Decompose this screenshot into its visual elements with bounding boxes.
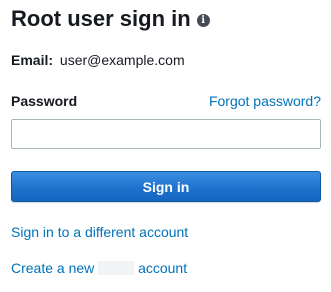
title-row: Root user sign in i bbox=[11, 4, 210, 34]
email-row: Email: user@example.com bbox=[11, 51, 185, 69]
sign-in-button[interactable]: Sign in bbox=[11, 171, 321, 202]
password-label-row: Password Forgot password? bbox=[11, 92, 321, 110]
password-input[interactable] bbox=[11, 119, 321, 149]
create-account-prefix: Create a new bbox=[11, 260, 95, 276]
email-label: Email: bbox=[11, 52, 54, 68]
password-label: Password bbox=[11, 93, 78, 109]
email-value: user@example.com bbox=[59, 52, 185, 68]
sign-in-different-account-link[interactable]: Sign in to a different account bbox=[11, 223, 188, 241]
redacted-text bbox=[98, 261, 135, 275]
create-account-suffix: account bbox=[138, 260, 188, 276]
create-account-link[interactable]: Create a new account bbox=[11, 259, 187, 277]
info-icon[interactable]: i bbox=[196, 13, 210, 27]
forgot-password-link[interactable]: Forgot password? bbox=[209, 92, 321, 110]
page-title: Root user sign in bbox=[11, 6, 191, 31]
